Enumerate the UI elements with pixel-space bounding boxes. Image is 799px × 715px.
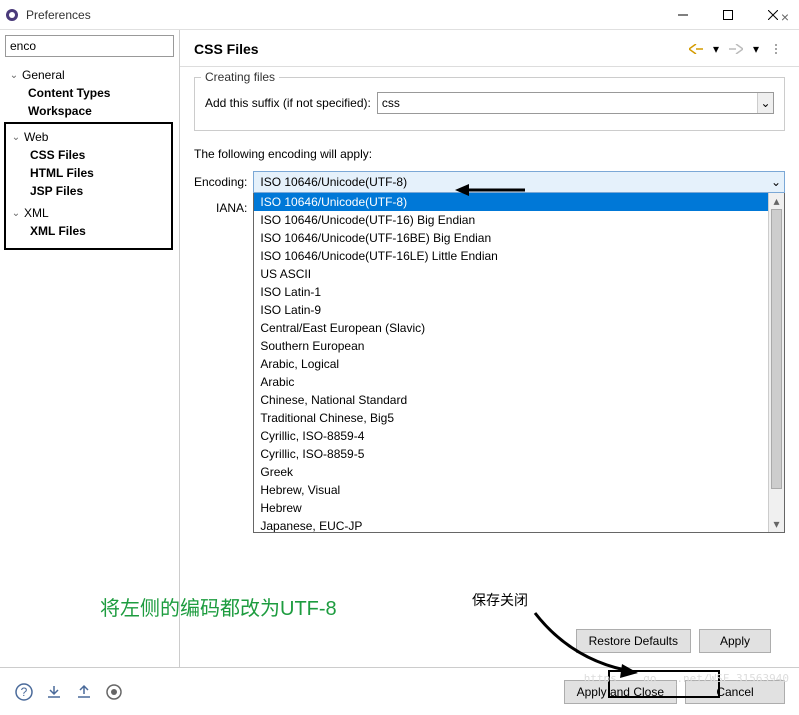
chevron-down-icon[interactable]: ⌄	[768, 172, 784, 192]
encoding-option-list: ISO 10646/Unicode(UTF-8) ISO 10646/Unico…	[254, 193, 768, 532]
encoding-option[interactable]: ISO Latin-9	[254, 301, 768, 319]
restore-defaults-button[interactable]: Restore Defaults	[576, 629, 691, 653]
chevron-down-icon[interactable]: ⌄	[757, 93, 773, 113]
back-icon[interactable]	[687, 40, 705, 58]
oomph-icon[interactable]	[104, 682, 124, 702]
tree-node-xml[interactable]: ⌄ XML	[6, 204, 167, 222]
suffix-value: css	[382, 96, 400, 110]
svg-text:?: ?	[21, 685, 28, 699]
encoding-option[interactable]: Central/East European (Slavic)	[254, 319, 768, 337]
titlebar: Preferences	[0, 0, 799, 30]
tree-node-general[interactable]: ⌄ General	[4, 66, 175, 84]
iana-label: IANA:	[194, 201, 247, 221]
encoding-value: ISO 10646/Unicode(UTF-8)	[260, 175, 407, 189]
collapse-icon[interactable]: ⌄	[10, 208, 22, 219]
encoding-label: Encoding:	[194, 175, 247, 195]
minimize-button[interactable]	[660, 0, 705, 30]
encoding-dropdown: ISO 10646/Unicode(UTF-8) ISO 10646/Unico…	[253, 193, 785, 533]
clear-filter-icon[interactable]: ×	[781, 9, 789, 25]
encoding-apply-label: The following encoding will apply:	[194, 147, 785, 161]
encoding-option[interactable]: ISO 10646/Unicode(UTF-16) Big Endian	[254, 211, 768, 229]
encoding-option[interactable]: Japanese, EUC-JP	[254, 517, 768, 532]
encoding-option[interactable]: Chinese, National Standard	[254, 391, 768, 409]
window-title: Preferences	[26, 8, 660, 22]
page-title: CSS Files	[194, 41, 687, 57]
suffix-combo[interactable]: css ⌄	[377, 92, 774, 114]
encoding-option[interactable]: Traditional Chinese, Big5	[254, 409, 768, 427]
suffix-label: Add this suffix (if not specified):	[205, 96, 371, 110]
tree-node-xml-files[interactable]: XML Files	[24, 222, 167, 240]
maximize-button[interactable]	[705, 0, 750, 30]
encoding-option[interactable]: Cyrillic, ISO-8859-5	[254, 445, 768, 463]
scrollbar[interactable]: ▴ ▾	[768, 193, 784, 532]
encoding-option[interactable]: ISO 10646/Unicode(UTF-16LE) Little Endia…	[254, 247, 768, 265]
filter-input[interactable]	[10, 36, 153, 56]
forward-icon[interactable]	[727, 40, 745, 58]
annotation-text-black: 保存关闭	[472, 590, 528, 610]
collapse-icon[interactable]: ⌄	[10, 132, 22, 143]
import-icon[interactable]	[44, 682, 64, 702]
encoding-option[interactable]: US ASCII	[254, 265, 768, 283]
encoding-option[interactable]: Southern European	[254, 337, 768, 355]
tree-node-web[interactable]: ⌄ Web	[6, 128, 167, 146]
apply-button[interactable]: Apply	[699, 629, 771, 653]
app-icon	[4, 7, 20, 23]
watermark-text: https____go___.net/WSF_31563940	[584, 672, 789, 685]
encoding-option[interactable]: ISO 10646/Unicode(UTF-16BE) Big Endian	[254, 229, 768, 247]
encoding-option[interactable]: ISO Latin-1	[254, 283, 768, 301]
menu-icon[interactable]	[767, 40, 785, 58]
encoding-combo[interactable]: ISO 10646/Unicode(UTF-8) ⌄	[253, 171, 785, 193]
tree-node-content-types[interactable]: Content Types	[22, 84, 175, 102]
tree-node-css-files[interactable]: CSS Files	[24, 146, 167, 164]
tree-node-html-files[interactable]: HTML Files	[24, 164, 167, 182]
tree-node-workspace[interactable]: Workspace	[22, 102, 175, 120]
forward-dropdown-icon[interactable]: ▾	[747, 40, 765, 58]
encoding-option[interactable]: Hebrew, Visual	[254, 481, 768, 499]
scroll-down-icon[interactable]: ▾	[769, 516, 784, 532]
export-icon[interactable]	[74, 682, 94, 702]
encoding-option[interactable]: Cyrillic, ISO-8859-4	[254, 427, 768, 445]
filter-input-wrap	[5, 35, 174, 57]
creating-files-group: Creating files Add this suffix (if not s…	[194, 77, 785, 131]
help-icon[interactable]: ?	[14, 682, 34, 702]
scroll-thumb[interactable]	[771, 209, 782, 489]
collapse-icon[interactable]: ⌄	[8, 70, 20, 81]
back-dropdown-icon[interactable]: ▾	[707, 40, 725, 58]
encoding-option[interactable]: Greek	[254, 463, 768, 481]
encoding-option[interactable]: Hebrew	[254, 499, 768, 517]
sidebar: × ⌄ General Content Types Workspace ⌄ We…	[0, 30, 180, 667]
main-panel: CSS Files ▾ ▾ Creating files Add this su…	[180, 30, 799, 667]
scroll-up-icon[interactable]: ▴	[769, 193, 784, 209]
encoding-option[interactable]: Arabic	[254, 373, 768, 391]
tree-node-jsp-files[interactable]: JSP Files	[24, 182, 167, 200]
encoding-option[interactable]: Arabic, Logical	[254, 355, 768, 373]
annotation-text-green: 将左侧的编码都改为UTF-8	[100, 592, 337, 621]
encoding-option[interactable]: ISO 10646/Unicode(UTF-8)	[254, 193, 768, 211]
preference-tree: ⌄ General Content Types Workspace ⌄ Web …	[0, 62, 179, 667]
group-legend: Creating files	[201, 70, 279, 84]
